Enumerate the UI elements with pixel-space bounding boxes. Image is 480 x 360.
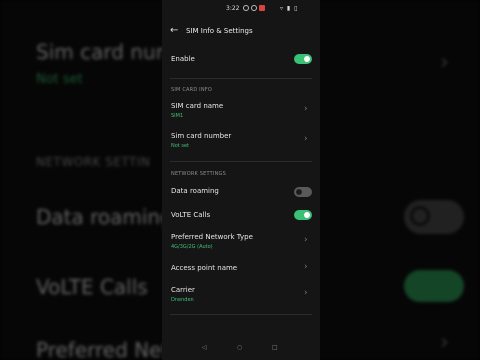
chevron-right-icon: ›: [304, 288, 308, 298]
divider: [170, 78, 312, 79]
toggle-knob: [304, 212, 310, 218]
phone-screen: 3:22 ▿ ▮ ▯ ← SIM Info & Settings Enable …: [162, 0, 320, 360]
chevron-right-icon: ›: [304, 235, 308, 245]
sim-card-number-row[interactable]: Sim card number Not set ›: [162, 129, 320, 153]
toggle-knob: [296, 189, 302, 195]
data-roaming-label: Data roaming: [171, 187, 219, 195]
bg-chevron-right-icon-2: ›: [440, 330, 449, 355]
enable-row[interactable]: Enable: [162, 52, 320, 68]
bg-sim-card-number: Sim card num: [36, 40, 176, 64]
bg-data-roaming: Data roaming: [36, 205, 173, 229]
bg-network-settings: NETWORK SETTIN: [36, 155, 151, 169]
back-triangle-icon[interactable]: ◁: [202, 344, 207, 351]
sim-card-number-label: Sim card number: [171, 132, 232, 140]
sim-card-name-row[interactable]: SIM card name SIM1 ›: [162, 99, 320, 123]
section-network-settings: NETWORK SETTINGS: [171, 171, 226, 177]
toggle-knob: [304, 56, 310, 62]
status-time: 3:22: [226, 5, 240, 12]
preferred-network-label: Preferred Network Type: [171, 233, 253, 241]
status-bar: 3:22 ▿ ▮ ▯: [162, 4, 320, 16]
sim-card-name-label: SIM card name: [171, 102, 224, 110]
bg-toggle-on-icon: [404, 270, 464, 302]
whatsapp-icon: [251, 5, 257, 11]
bg-chevron-right-icon: ›: [440, 50, 449, 75]
enable-toggle[interactable]: [294, 54, 312, 64]
bg-toggle-off-icon: [404, 200, 464, 234]
volte-calls-label: VoLTE Calls: [171, 211, 211, 219]
app-header: ← SIM Info & Settings: [162, 24, 320, 42]
data-roaming-toggle[interactable]: [294, 187, 312, 197]
volte-calls-row[interactable]: VoLTE Calls: [162, 208, 320, 224]
preferred-network-value: 4G/3G/2G (Auto): [171, 244, 213, 250]
chevron-right-icon: ›: [304, 104, 308, 114]
carrier-row[interactable]: Carrier Dnenden ›: [162, 283, 320, 307]
bg-not-set: Not set: [36, 72, 83, 87]
divider: [170, 161, 312, 162]
sim-card-name-value: SIM1: [171, 113, 184, 119]
section-sim-card-info: SIM CARD INFO: [171, 87, 213, 93]
access-point-name-label: Access point name: [171, 264, 238, 272]
enable-label: Enable: [171, 55, 195, 63]
chevron-right-icon: ›: [304, 262, 308, 272]
app-badge-icon: [259, 5, 265, 11]
preferred-network-row[interactable]: Preferred Network Type 4G/3G/2G (Auto) ›: [162, 230, 320, 254]
carrier-label: Carrier: [171, 286, 195, 294]
divider: [170, 314, 312, 315]
chevron-right-icon: ›: [304, 134, 308, 144]
home-circle-icon[interactable]: ○: [237, 344, 242, 351]
bg-preferred-network: Preferred Net: [36, 338, 170, 360]
carrier-value: Dnenden: [171, 297, 194, 303]
notification-icon: [243, 5, 249, 11]
bg-volte-calls: VoLTE Calls: [36, 275, 148, 299]
volte-calls-toggle[interactable]: [294, 210, 312, 220]
system-status-icons: ▿ ▮ ▯: [280, 5, 299, 12]
recents-square-icon[interactable]: □: [272, 344, 278, 351]
data-roaming-row[interactable]: Data roaming: [162, 184, 320, 200]
access-point-name-row[interactable]: Access point name ›: [162, 261, 320, 277]
sim-card-number-value: Not set: [171, 143, 189, 149]
page-title: SIM Info & Settings: [186, 27, 253, 35]
navigation-bar: ◁ ○ □: [162, 344, 320, 356]
arrow-left-icon[interactable]: ←: [170, 25, 178, 36]
